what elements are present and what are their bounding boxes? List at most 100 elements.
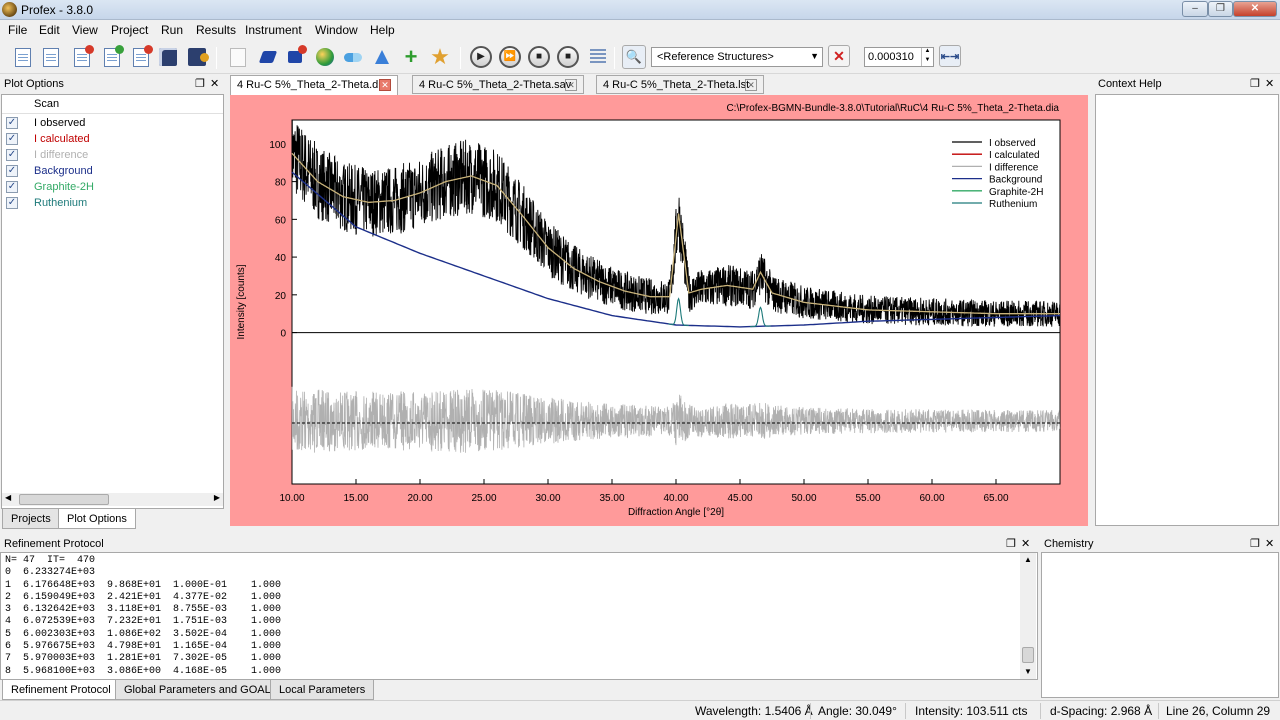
refinement-title-bar: Refinement Protocol ❐ ✕ <box>0 535 1036 553</box>
log-line: 7 5.970003E+03 1.281E+01 7.302E-05 1.000 <box>5 653 282 665</box>
float-icon[interactable]: ❐ <box>1006 537 1016 550</box>
value-spinbox[interactable]: 0.000310 ▲ ▼ <box>864 47 934 67</box>
close-project-icon[interactable] <box>70 45 94 69</box>
checkbox[interactable]: ✓ <box>6 133 18 145</box>
menu-help[interactable]: Help <box>370 23 395 37</box>
zoom-icon[interactable]: 🔍 <box>622 45 646 69</box>
spin-up-icon[interactable]: ▲ <box>921 48 933 57</box>
plot-options-title-bar: Plot Options ❐ ✕ <box>0 75 224 93</box>
menu-instrument[interactable]: Instrument <box>245 23 302 37</box>
status-bar: Wavelength: 1.5406 Å Angle: 30.049° Inte… <box>0 700 1280 720</box>
chemistry-panel <box>1041 552 1279 698</box>
minimize-button[interactable]: – <box>1182 1 1208 17</box>
star-icon[interactable]: ★ <box>428 45 452 69</box>
x-tick-label: 55.00 <box>855 493 880 504</box>
scroll-thumb[interactable] <box>19 494 109 505</box>
run-all-icon[interactable]: ⏩ <box>499 46 521 68</box>
menu-project[interactable]: Project <box>111 23 148 37</box>
legend-label: I difference <box>989 162 1039 173</box>
float-icon[interactable]: ❐ <box>1250 537 1260 550</box>
clear-reference-icon[interactable]: ✕ <box>828 45 850 67</box>
close-icon[interactable]: ✕ <box>745 79 757 91</box>
scroll-right-icon[interactable]: ▶ <box>214 493 220 502</box>
tab-local-parameters[interactable]: Local Parameters <box>270 680 375 700</box>
checkbox[interactable]: ✓ <box>6 117 18 129</box>
legend-label: Graphite-2H <box>989 187 1043 198</box>
checkbox[interactable]: ✓ <box>6 149 18 161</box>
red-cross-icon[interactable] <box>283 45 307 69</box>
close-icon[interactable]: ✕ <box>565 79 577 91</box>
flask-icon[interactable] <box>370 45 394 69</box>
float-icon[interactable]: ❐ <box>1250 77 1260 90</box>
close-icon[interactable]: ✕ <box>1265 537 1274 550</box>
tab-plot-options[interactable]: Plot Options <box>58 509 136 529</box>
checkbox[interactable]: ✓ <box>6 197 18 209</box>
y-tick-label: 20 <box>275 291 287 302</box>
globe-icon[interactable] <box>313 45 337 69</box>
refinement-protocol-panel[interactable]: N= 47 IT= 470 0 6.233274E+03 1 6.176648E+0… <box>0 552 1038 680</box>
y-tick-label: 60 <box>275 215 287 226</box>
capsules-icon[interactable] <box>341 45 365 69</box>
float-icon[interactable]: ❐ <box>195 77 205 90</box>
menu-edit[interactable]: Edit <box>39 23 60 37</box>
stop-all-icon[interactable]: ■ <box>557 46 579 68</box>
run-icon[interactable]: ▶ <box>470 46 492 68</box>
menu-view[interactable]: View <box>72 23 98 37</box>
fit-width-icon[interactable]: ⇤⇥ <box>939 45 961 67</box>
scroll-left-icon[interactable]: ◀ <box>5 493 11 502</box>
new-project-icon[interactable] <box>11 45 35 69</box>
green-plus-icon[interactable]: + <box>399 45 423 69</box>
horizontal-scrollbar[interactable]: ◀ ▶ <box>2 493 223 506</box>
chart-svg[interactable]: C:\Profex-BGMN-Bundle-3.8.0\Tutorial\RuC… <box>230 95 1088 526</box>
export-icon[interactable] <box>586 45 610 69</box>
doc-tab-label: 4 Ru-C 5%_Theta_2-Theta.dia <box>237 79 387 91</box>
legend-label: I calculated <box>989 150 1040 161</box>
checkbox[interactable]: ✓ <box>6 181 18 193</box>
menu-bar: File Edit View Project Run Results Instr… <box>0 20 1280 41</box>
menu-results[interactable]: Results <box>196 23 236 37</box>
menu-run[interactable]: Run <box>161 23 183 37</box>
scroll-down-icon[interactable]: ▼ <box>1024 667 1032 676</box>
spin-down-icon[interactable]: ▼ <box>921 57 933 66</box>
doc-tab-lst[interactable]: 4 Ru-C 5%_Theta_2-Theta.lst ✕ <box>596 75 764 94</box>
checkbox[interactable]: ✓ <box>6 165 18 177</box>
diffraction-plot[interactable]: C:\Profex-BGMN-Bundle-3.8.0\Tutorial\RuC… <box>230 95 1088 526</box>
x-axis-label: Diffraction Angle [°2θ] <box>628 507 724 518</box>
save-as-icon[interactable] <box>185 45 209 69</box>
doc-tab-sav[interactable]: 4 Ru-C 5%_Theta_2-Theta.sav ✕ <box>412 75 584 94</box>
log-line: 2 6.159049E+03 2.421E+01 4.377E-02 1.000 <box>5 591 282 603</box>
close-icon[interactable]: ✕ <box>1265 77 1274 90</box>
scan-label: Ruthenium <box>34 197 88 209</box>
remove-scan-icon[interactable] <box>129 45 153 69</box>
menu-window[interactable]: Window <box>315 23 358 37</box>
refinement-log: N= 47 IT= 470 0 6.233274E+03 1 6.176648E+0… <box>5 555 281 678</box>
close-icon[interactable]: ✕ <box>210 77 219 90</box>
vertical-scrollbar[interactable]: ▲ ▼ <box>1020 553 1036 679</box>
stop-icon[interactable]: ■ <box>528 46 550 68</box>
scroll-up-icon[interactable]: ▲ <box>1024 555 1032 564</box>
reference-structures-select[interactable]: <Reference Structures> ▼ <box>651 47 823 67</box>
tab-refinement-protocol[interactable]: Refinement Protocol <box>2 680 120 700</box>
blank-doc-icon[interactable] <box>226 45 250 69</box>
plot-options-panel: Scan ✓ I observed ✓ I calculated ✓ I dif… <box>1 94 224 509</box>
doc-tab-dia[interactable]: 4 Ru-C 5%_Theta_2-Theta.dia ✕ <box>230 75 398 95</box>
window-title: Profex - 3.8.0 <box>21 3 94 17</box>
menu-file[interactable]: File <box>8 23 27 37</box>
close-window-button[interactable]: ✕ <box>1233 1 1277 17</box>
chevron-down-icon: ▼ <box>810 51 819 61</box>
x-tick-label: 15.00 <box>343 493 368 504</box>
save-icon[interactable] <box>156 45 180 69</box>
legend-label: Background <box>989 175 1042 186</box>
file-path-label: C:\Profex-BGMN-Bundle-3.8.0\Tutorial\RuC… <box>726 103 1059 114</box>
x-tick-label: 45.00 <box>727 493 752 504</box>
tab-projects[interactable]: Projects <box>2 509 60 529</box>
blue-arrow-icon[interactable] <box>256 45 280 69</box>
tab-global-parameters[interactable]: Global Parameters and GOALs <box>115 680 286 700</box>
maximize-button[interactable]: ❐ <box>1208 1 1233 17</box>
add-scan-icon[interactable] <box>100 45 124 69</box>
open-project-icon[interactable] <box>39 45 63 69</box>
close-icon[interactable]: ✕ <box>1021 537 1030 550</box>
close-icon[interactable]: ✕ <box>379 79 391 91</box>
scroll-thumb[interactable] <box>1022 647 1034 663</box>
log-line: 8 5.968100E+03 3.086E+00 4.168E-05 1.000 <box>5 665 282 677</box>
